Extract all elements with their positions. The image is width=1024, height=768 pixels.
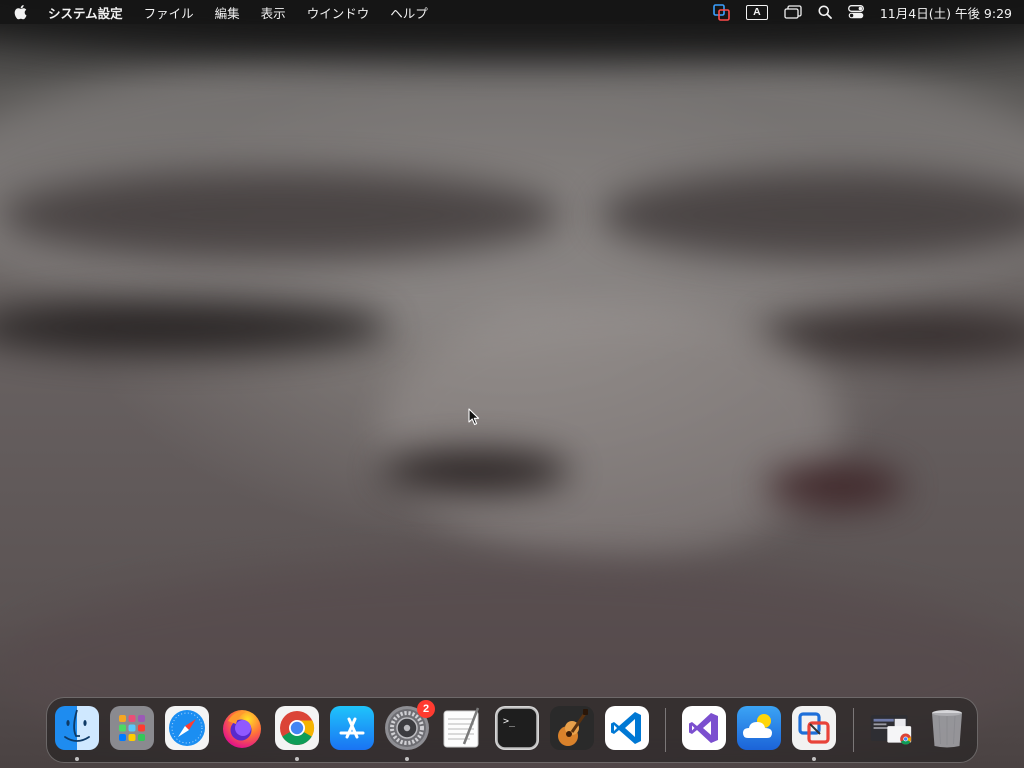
menu-edit[interactable]: 編集 [215, 3, 240, 22]
firefox-icon [220, 706, 264, 750]
dock-item-launchpad[interactable] [110, 706, 154, 750]
spotlight-search-icon[interactable] [818, 0, 832, 24]
dock-separator [853, 708, 854, 752]
app-store-icon [330, 706, 374, 750]
window-switcher-icon[interactable] [784, 0, 802, 24]
running-indicator [295, 757, 299, 761]
dock-item-firefox[interactable] [220, 706, 264, 750]
dock-item-system-settings[interactable]: 2 [385, 700, 435, 761]
dock-item-vscode[interactable] [605, 706, 649, 750]
desktop-wallpaper [0, 0, 1024, 768]
menubar-clock[interactable]: 11月4日(土) 午後 9:29 [880, 3, 1012, 22]
trash-icon [925, 706, 969, 750]
remote-desktop-icon [792, 706, 836, 750]
menu-window[interactable]: ウインドウ [307, 3, 370, 22]
mouse-pointer-icon [468, 408, 480, 426]
dock-item-finder[interactable] [55, 706, 99, 761]
dock-item-garageband[interactable] [550, 706, 594, 750]
dock-item-visual-studio[interactable] [682, 706, 726, 750]
menu-view[interactable]: 表示 [261, 3, 286, 22]
dock-item-weather[interactable] [737, 706, 781, 750]
menu-help[interactable]: ヘルプ [390, 3, 428, 22]
dock-item-textedit[interactable] [440, 706, 484, 750]
apple-menu-icon[interactable] [14, 4, 28, 20]
menu-bar: システム設定 ファイル 編集 表示 ウインドウ ヘルプ A 11月4日(土) 午… [0, 0, 1024, 24]
terminal-icon: >_ [495, 706, 539, 750]
running-indicator [405, 757, 409, 761]
input-source-icon[interactable]: A [745, 0, 768, 24]
garageband-icon [550, 706, 594, 750]
running-indicator [812, 757, 816, 761]
running-indicator [75, 757, 79, 761]
vscode-icon [605, 706, 649, 750]
dock: 2 >_ [46, 697, 978, 763]
visual-studio-icon [682, 706, 726, 750]
safari-icon [165, 706, 209, 750]
menu-app-name[interactable]: システム設定 [48, 3, 123, 22]
finder-icon [55, 706, 99, 750]
svg-text:>_: >_ [503, 716, 516, 727]
chrome-apps-folder-icon [869, 706, 913, 750]
dock-item-safari[interactable] [165, 706, 209, 750]
dock-item-remote-desktop[interactable] [792, 706, 836, 761]
launchpad-icon [110, 706, 154, 750]
dock-item-terminal[interactable]: >_ [495, 706, 539, 750]
textedit-icon [440, 706, 484, 750]
dock-separator [665, 708, 666, 752]
dock-item-trash[interactable] [925, 706, 969, 750]
dock-item-app-store[interactable] [330, 706, 374, 750]
weather-icon [737, 706, 781, 750]
dock-item-chrome[interactable] [275, 706, 319, 761]
notification-badge: 2 [417, 700, 435, 718]
dock-item-chrome-apps[interactable] [869, 706, 913, 750]
menu-file[interactable]: ファイル [144, 3, 194, 22]
control-center-icon[interactable] [847, 0, 864, 24]
chrome-icon [275, 706, 319, 750]
remote-desktop-status-icon[interactable] [713, 0, 730, 24]
